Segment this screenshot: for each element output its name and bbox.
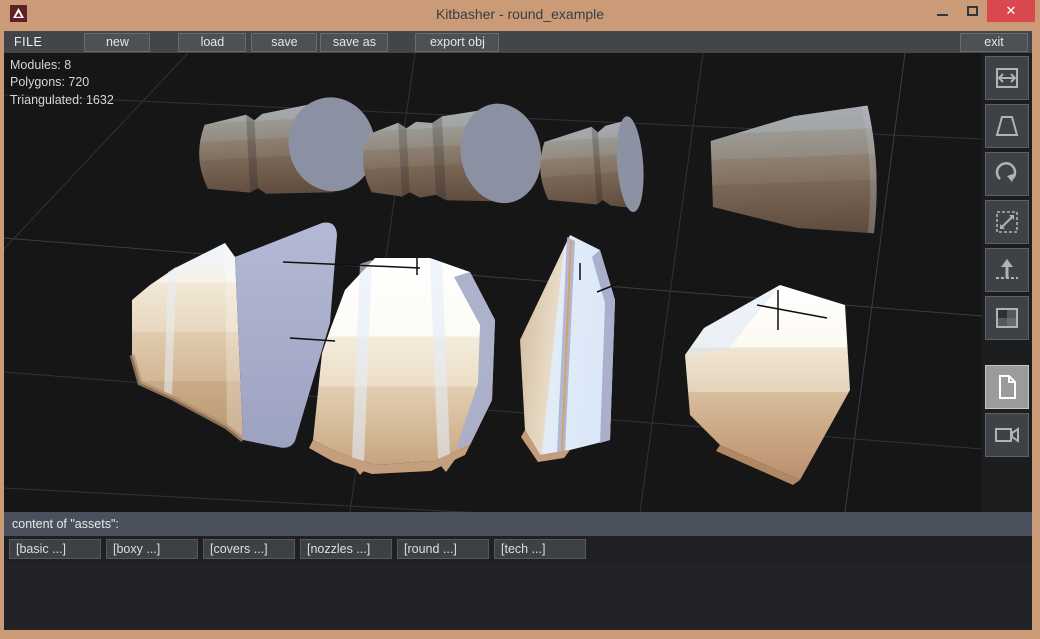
right-toolbar [982, 53, 1032, 512]
export-obj-button[interactable]: export obj [415, 33, 499, 52]
module-8[interactable] [685, 285, 850, 485]
pull-up-tool-button[interactable] [985, 248, 1029, 292]
rotate-tool-button[interactable] [985, 152, 1029, 196]
save-as-button[interactable]: save as [320, 33, 388, 52]
quad-view-tool-button[interactable] [985, 296, 1029, 340]
stat-polygons: Polygons: 720 [10, 74, 114, 91]
stretch-horizontal-icon [994, 65, 1020, 91]
viewport-3d[interactable]: Modules: 8 Polygons: 720 Triangulated: 1… [4, 53, 982, 512]
asset-group-basic[interactable]: [basic ...] [9, 539, 101, 559]
maximize-button[interactable] [957, 0, 987, 22]
scene-canvas [4, 53, 982, 512]
minimize-button[interactable] [927, 0, 957, 22]
module-2[interactable] [360, 97, 549, 215]
file-menu-label: FILE [14, 35, 42, 49]
page-tool-button[interactable] [985, 365, 1029, 409]
rotate-icon [994, 161, 1020, 187]
taper-tool-button[interactable] [985, 104, 1029, 148]
titlebar: Kitbasher - round_example ✕ [0, 0, 1040, 31]
stat-triangulated: Triangulated: 1632 [10, 92, 114, 109]
camera-tool-button[interactable] [985, 413, 1029, 457]
new-button[interactable]: new [84, 33, 150, 52]
assets-header-label: content of "assets": [12, 517, 119, 531]
scale-icon [994, 209, 1020, 235]
close-button[interactable]: ✕ [987, 0, 1035, 22]
module-7[interactable] [520, 235, 615, 462]
page-icon [994, 374, 1020, 400]
exit-button[interactable]: exit [960, 33, 1028, 52]
asset-group-nozzles[interactable]: [nozzles ...] [300, 539, 392, 559]
save-button[interactable]: save [251, 33, 317, 52]
camera-icon [994, 422, 1020, 448]
quad-view-icon [994, 305, 1020, 331]
module-6[interactable] [309, 258, 495, 475]
asset-group-covers[interactable]: [covers ...] [203, 539, 295, 559]
taper-icon [994, 113, 1020, 139]
asset-group-boxy[interactable]: [boxy ...] [106, 539, 198, 559]
scale-tool-button[interactable] [985, 200, 1029, 244]
module-1[interactable] [196, 90, 383, 203]
asset-group-round[interactable]: [round ...] [397, 539, 489, 559]
pull-up-icon [994, 257, 1020, 283]
load-button[interactable]: load [178, 33, 246, 52]
assets-panel-header: content of "assets": [4, 512, 1032, 536]
minimize-icon [937, 14, 948, 16]
assets-button-row: [basic ...] [boxy ...] [covers ...] [noz… [4, 536, 1032, 562]
module-4[interactable] [710, 105, 879, 239]
stat-modules: Modules: 8 [10, 57, 114, 74]
maximize-icon [967, 6, 978, 16]
assets-empty-area [4, 562, 1032, 630]
asset-group-tech[interactable]: [tech ...] [494, 539, 586, 559]
window-title: Kitbasher - round_example [0, 6, 1040, 22]
scene-stats: Modules: 8 Polygons: 720 Triangulated: 1… [10, 57, 114, 109]
module-3[interactable] [537, 115, 646, 218]
stretch-horizontal-tool-button[interactable] [985, 56, 1029, 100]
menubar: FILE new load save save as export obj ex… [4, 31, 1032, 53]
close-icon: ✕ [1006, 3, 1017, 19]
